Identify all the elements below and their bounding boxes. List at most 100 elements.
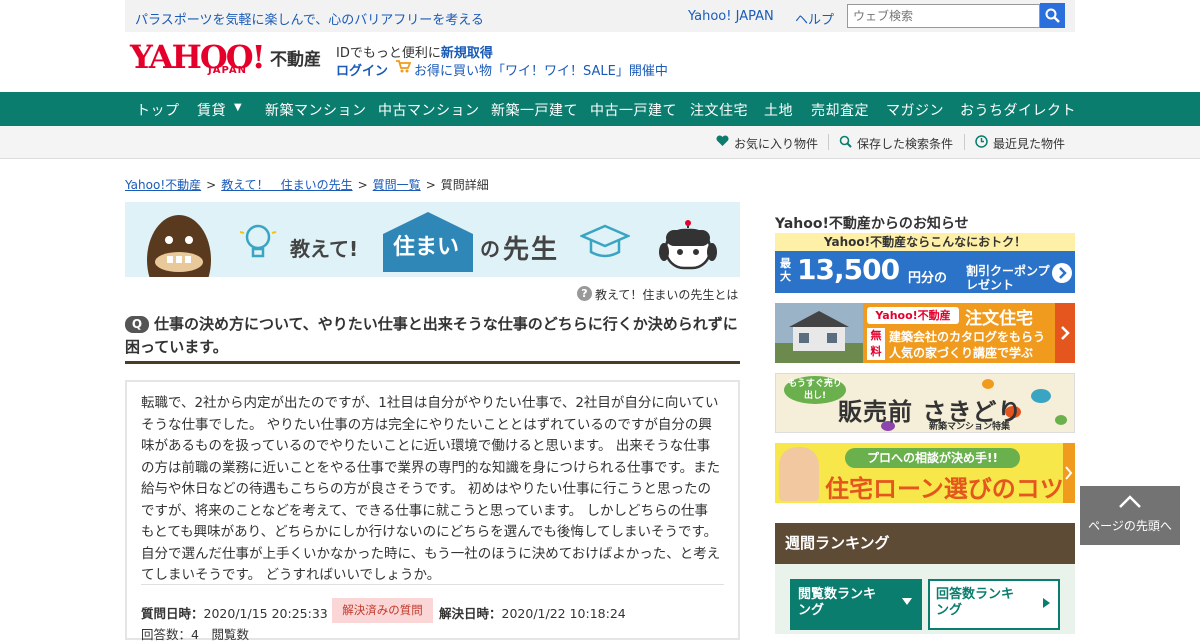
weekly-ranking-heading: 週間ランキング [775, 523, 1075, 564]
back-to-top-button[interactable]: ページの先頭へ [1080, 486, 1180, 545]
nav-new-mansion[interactable]: 新築マンション [265, 100, 367, 120]
nav-new-house[interactable]: 新築一戸建て [491, 100, 578, 120]
question-body: 転職で、2社から内定が出たのですが、1社目は自分がやりたい仕事で、2社目が自分に… [141, 395, 721, 583]
nav-magazine[interactable]: マガジン [886, 100, 944, 120]
id-signup-line: IDでもっと便利に新規取得 [336, 42, 493, 61]
breadcrumb-list[interactable]: 質問一覧 [373, 178, 421, 192]
nav-rent-dropdown-icon[interactable]: ▼ [234, 102, 242, 113]
ad2-brand: Yahoo!不動産 [867, 307, 959, 324]
breadcrumb-separator: > [425, 178, 436, 192]
web-search-input[interactable] [847, 4, 1040, 28]
tab-answers-label: 回答数ランキング [936, 587, 1015, 618]
nav-custom-house[interactable]: 注文住宅 [690, 100, 748, 120]
recent-label: 最近見た物件 [993, 137, 1066, 151]
ad1-yen: 円分の [908, 271, 948, 286]
question-title: 仕事の決め方について、やりたい仕事と出来そうな仕事のどちらに行くか決められずに困… [125, 315, 738, 356]
loan-ad-banner[interactable]: プロへの相談が決め手!! 住宅ローン選びのコツ [775, 443, 1075, 503]
ad4-bubble: プロへの相談が決め手!! [845, 448, 1020, 468]
chevron-right-icon [1063, 443, 1075, 503]
shopping-cart-icon [396, 60, 411, 73]
question-stats: 回答数：4 閲覧数 [141, 627, 249, 642]
chevron-up-icon [1119, 495, 1141, 508]
question-title-rule [125, 361, 740, 364]
sale-link[interactable]: お得に買い物「ワイ！ワイ！SALE」開催中 [414, 60, 668, 79]
ad1-top-text: Yahoo!不動産ならこんなにおトク！ [775, 233, 1075, 251]
top-strip: パラスポーツを気軽に楽しんで、心のバリアフリーを考える Yahoo! JAPAN… [125, 0, 1075, 32]
asked-label: 質問日時： [141, 606, 204, 621]
banner-sensei-text: 先生 [503, 235, 560, 265]
asked-value: 2020/1/15 20:25:33 [203, 606, 328, 621]
tab-views-ranking[interactable]: 閲覧数ランキング [790, 579, 922, 630]
favorites-link[interactable]: お気に入り物件 [716, 135, 819, 152]
question-divider [141, 584, 724, 585]
nav-appraisal[interactable]: 売却査定 [811, 100, 869, 120]
nav-rent[interactable]: 賃貸 [197, 100, 226, 120]
ad1-coupon-text: 割引クーポンプレゼント [966, 264, 1050, 292]
asked-datetime: 質問日時：2020/1/15 20:25:33 [141, 603, 328, 622]
saved-search-link[interactable]: 保存した検索条件 [839, 135, 954, 152]
breadcrumb-home[interactable]: Yahoo!不動産 [125, 178, 201, 192]
ad3-sub-text: 新築マンション特集 [929, 422, 1011, 432]
breadcrumb-section[interactable]: 教えて！ 住まいの先生 [221, 178, 352, 192]
question-q-badge: Q [125, 316, 149, 333]
caret-down-icon [902, 598, 912, 605]
subnav-divider [964, 134, 965, 150]
custom-house-ad-banner[interactable]: Yahoo!不動産 注文住宅 無料 建築会社のカタログをもらう 人気の家づくり講… [775, 303, 1075, 363]
mascot-dog-icon [147, 215, 211, 277]
banner-no-text: の [480, 237, 500, 261]
coupon-ad-banner[interactable]: Yahoo!不動産ならこんなにおトク！ 最大 13,500 円分の 割引クーポン… [775, 233, 1075, 293]
clock-icon [975, 135, 988, 148]
nav-ouchi-direct[interactable]: おうちダイレクト [960, 100, 1076, 120]
login-link[interactable]: ログイン [336, 60, 388, 79]
tab-views-label: 閲覧数ランキング [798, 587, 877, 618]
back-to-top-label: ページの先頭へ [1088, 519, 1172, 533]
resolved-value: 2020/1/22 10:18:24 [501, 606, 626, 621]
advisor-illustration [779, 447, 819, 501]
favorites-label: お気に入り物件 [734, 137, 819, 151]
about-label: 教えて！住まいの先生とは [595, 288, 739, 302]
tagline-link[interactable]: パラスポーツを気軽に楽しんで、心のバリアフリーを考える [135, 9, 484, 28]
ad1-amount: 13,500 [797, 253, 900, 286]
subnav-divider [828, 134, 829, 150]
sub-nav: お気に入り物件 保存した検索条件 最近見た物件 [0, 126, 1200, 159]
search-icon [1045, 8, 1060, 23]
help-link[interactable]: ヘルプ [795, 9, 834, 28]
breadcrumb-separator: > [357, 178, 368, 192]
ad1-saidai: 最大 [780, 257, 791, 283]
search-button[interactable] [1040, 3, 1065, 28]
resolved-status-badge: 解決済みの質問 [332, 598, 433, 623]
banner-oshiete-text: 教えて! [290, 237, 359, 261]
nav-land[interactable]: 土地 [764, 100, 793, 120]
breadcrumb: Yahoo!不動産 > 教えて！ 住まいの先生 > 質問一覧 > 質問詳細 [125, 176, 489, 193]
caret-right-icon [1043, 598, 1050, 608]
resolved-label: 解決日時： [439, 606, 502, 621]
breadcrumb-current: 質問詳細 [440, 178, 489, 192]
tab-answers-ranking[interactable]: 回答数ランキング [928, 579, 1060, 630]
house-photo [775, 303, 863, 363]
ad2-line2: 人気の家づくり講座で学ぶ [889, 346, 1034, 360]
banner-sumai-text: 住まい [393, 235, 460, 260]
yahoo-fudosan-logo[interactable]: YAHOO! JAPAN 不動産 [130, 40, 330, 80]
signup-link[interactable]: 新規取得 [441, 46, 493, 61]
breadcrumb-separator: > [206, 178, 217, 192]
presale-ad-banner[interactable]: もうすぐ売り出し! 販売前 さきどり 新築マンション特集 [775, 373, 1075, 433]
yahoo-japan-link[interactable]: Yahoo! JAPAN [688, 9, 774, 24]
nav-used-house[interactable]: 中古一戸建て [590, 100, 677, 120]
nav-top[interactable]: トップ [136, 100, 180, 120]
lightbulb-icon [239, 224, 277, 258]
saved-search-label: 保存した検索条件 [857, 137, 954, 151]
nav-used-mansion[interactable]: 中古マンション [378, 100, 480, 120]
ad2-free-badge: 無料 [867, 328, 885, 360]
news-heading: Yahoo!不動産からのお知らせ [775, 216, 969, 232]
main-nav: トップ 賃貸 ▼ 新築マンション 中古マンション 新築一戸建て 中古一戸建て 注… [0, 92, 1200, 126]
mascot-robot-icon [659, 220, 717, 270]
chevron-right-icon [1055, 303, 1075, 363]
ad2-line1: 建築会社のカタログをもらう [889, 330, 1046, 344]
oshiete-banner[interactable]: 教えて! 住まい の 先生 [125, 202, 740, 277]
saved-search-icon [839, 135, 852, 148]
about-oshiete-link[interactable]: ? 教えて！住まいの先生とは [577, 286, 738, 303]
chevron-right-icon [1052, 263, 1072, 283]
logo-japan-text: JAPAN [208, 65, 247, 76]
recent-link[interactable]: 最近見た物件 [975, 135, 1066, 152]
heart-icon [716, 135, 729, 146]
